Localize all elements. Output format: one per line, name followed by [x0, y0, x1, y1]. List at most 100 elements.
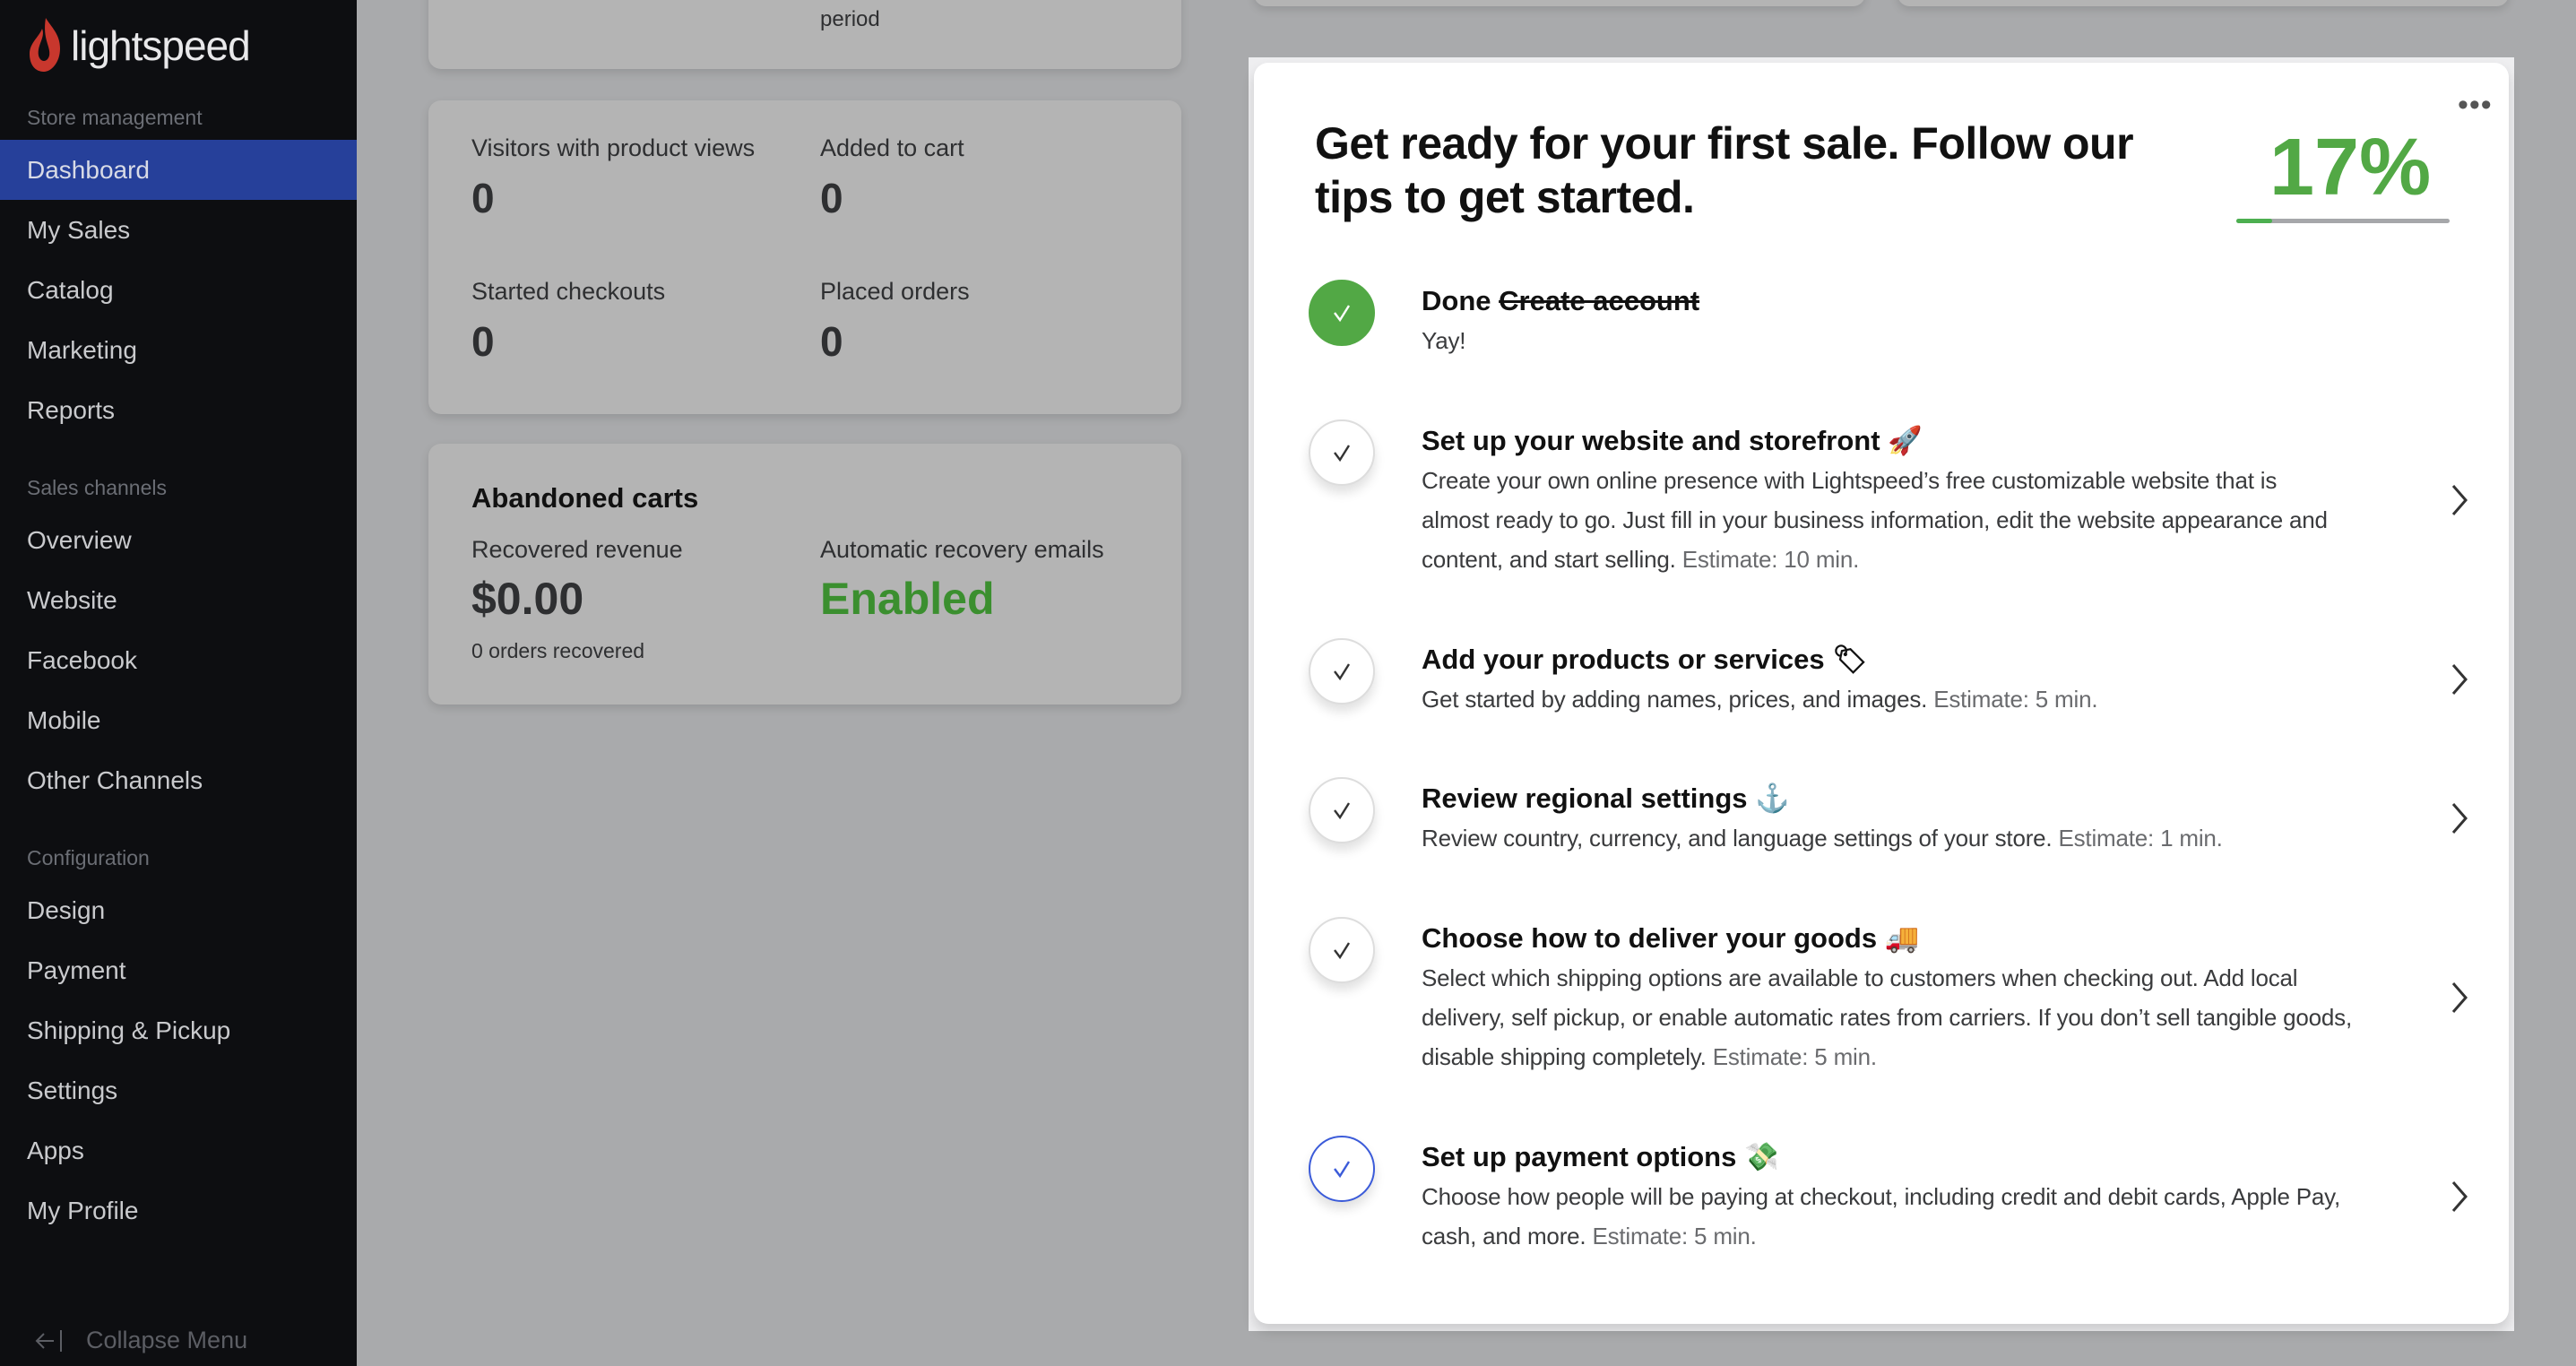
funnel-card: Visitors with product views 0 Added to c…	[428, 100, 1181, 414]
onboarding-step[interactable]: Set up your website and storefront 🚀 Crea…	[1254, 419, 2509, 579]
step-title: Add your products or services 🏷	[1422, 640, 2097, 679]
step-description-text: almost ready to go. Just fill in your bu…	[1422, 506, 2328, 533]
step-description-line: disable shipping completely. Estimate: 5…	[1422, 1037, 2352, 1076]
recovery-emails-status: Enabled	[820, 574, 995, 624]
step-description-text: delivery, self pickup, or enable automat…	[1422, 1004, 2352, 1031]
sidebar-item-other-channels[interactable]: Other Channels	[0, 750, 357, 810]
chevron-right-icon[interactable]	[2449, 640, 2470, 719]
step-title: Choose how to deliver your goods 🚚	[1422, 919, 2352, 958]
progress-bar-fill	[2236, 219, 2273, 223]
step-text: Done Create account Yay!	[1422, 281, 1699, 360]
sidebar-item-settings[interactable]: Settings	[0, 1060, 357, 1120]
sidebar-item-my-profile[interactable]: My Profile	[0, 1180, 357, 1241]
sidebar-item-website[interactable]: Website	[0, 570, 357, 630]
step-description-text: Create your own online presence with Lig…	[1422, 467, 2278, 494]
sidebar-item-shipping-pickup[interactable]: Shipping & Pickup	[0, 1000, 357, 1060]
sidebar-item-facebook[interactable]: Facebook	[0, 630, 357, 690]
step-emoji-icon: 🚀	[1888, 425, 1923, 456]
onboarding-step[interactable]: Done Create account Yay!	[1254, 280, 2509, 360]
onboarding-card: Get ready for your first sale. Follow ou…	[1254, 63, 2509, 1324]
onboarding-step[interactable]: Choose how to deliver your goods 🚚 Select…	[1254, 917, 2509, 1076]
sidebar-item-apps[interactable]: Apps	[0, 1120, 357, 1180]
sidebar-item-mobile[interactable]: Mobile	[0, 690, 357, 750]
step-status-checkbox[interactable]	[1309, 280, 1375, 346]
onboarding-panel: Get ready for your first sale. Follow ou…	[1249, 57, 2514, 1331]
partial-card	[1897, 0, 2509, 6]
check-icon	[1334, 445, 1351, 463]
step-estimate: Estimate: 5 min.	[1933, 686, 2098, 713]
step-status-checkbox[interactable]	[1309, 917, 1375, 983]
step-description-line: Choose how people will be paying at chec…	[1422, 1177, 2340, 1216]
step-description-text: content, and start selling.	[1422, 546, 1676, 573]
step-estimate: Estimate: 10 min.	[1681, 546, 1860, 573]
onboarding-title: Get ready for your first sale. Follow ou…	[1315, 118, 2134, 222]
onboarding-step[interactable]: Add your products or services 🏷 Get start…	[1254, 638, 2509, 719]
step-emoji-icon: ⚓	[1755, 782, 1790, 814]
revenue-label: Recovered revenue	[471, 536, 683, 563]
step-status-checkbox[interactable]	[1309, 419, 1375, 486]
check-icon	[1334, 802, 1351, 820]
step-description-line: Select which shipping options are availa…	[1422, 958, 2352, 998]
step-description-line: Get started by adding names, prices, and…	[1422, 679, 2098, 719]
sidebar-item-catalog[interactable]: Catalog	[0, 260, 357, 320]
step-description-line: almost ready to go. Just fill in your bu…	[1422, 500, 2328, 540]
sidebar-section-header: Store management	[27, 106, 203, 129]
sidebar-section-header: Configuration	[27, 846, 150, 869]
step-status-checkbox[interactable]	[1309, 1136, 1375, 1202]
step-text: Choose how to deliver your goods 🚚 Select…	[1422, 919, 2352, 1076]
step-title: Set up payment options 💸	[1422, 1137, 2340, 1177]
chevron-right-icon[interactable]	[2449, 1137, 2470, 1256]
step-description-text: Review country, currency, and language s…	[1422, 825, 2053, 852]
step-description-line: Yay!	[1422, 321, 1699, 360]
step-estimate: Estimate: 1 min.	[2058, 825, 2223, 852]
chevron-right-icon[interactable]	[2449, 919, 2470, 1076]
orders-label: Placed orders	[820, 278, 970, 305]
abandoned-title: Abandoned carts	[471, 482, 699, 514]
period-label: period	[820, 7, 880, 31]
collapse-menu-button[interactable]: Collapse Menu	[34, 1327, 247, 1354]
more-options-icon[interactable]: •••	[2458, 88, 2493, 123]
stats-card-top: period	[428, 0, 1181, 69]
onboarding-step[interactable]: Review regional settings ⚓ Review country…	[1254, 777, 2509, 858]
sidebar-item-design[interactable]: Design	[0, 880, 357, 940]
step-title-text: Add your products or services	[1422, 644, 1825, 675]
sidebar-item-reports[interactable]: Reports	[0, 380, 357, 440]
chevron-right-icon[interactable]	[2449, 421, 2470, 579]
step-text: Add your products or services 🏷 Get start…	[1422, 640, 2098, 719]
step-description-line: Create your own online presence with Lig…	[1422, 461, 2328, 500]
step-title: Set up your website and storefront 🚀	[1422, 421, 2328, 461]
sidebar-item-marketing[interactable]: Marketing	[0, 320, 357, 380]
checkouts-label: Started checkouts	[471, 278, 666, 305]
orders-value: 0	[820, 318, 843, 365]
sidebar-item-overview[interactable]: Overview	[0, 510, 357, 570]
check-icon	[1334, 305, 1351, 323]
step-description-line: content, and start selling. Estimate: 10…	[1422, 540, 2328, 579]
step-description-text: Yay!	[1422, 327, 1466, 354]
check-icon	[1334, 663, 1351, 681]
step-description-text: Get started by adding names, prices, and…	[1422, 686, 1928, 713]
step-status-checkbox[interactable]	[1309, 638, 1375, 705]
step-title-text: Create account	[1499, 285, 1700, 316]
chevron-right-icon[interactable]	[2449, 779, 2470, 858]
partial-card	[1254, 0, 1865, 6]
sidebar-item-payment[interactable]: Payment	[0, 940, 357, 1000]
sidebar-item-my-sales[interactable]: My Sales	[0, 200, 357, 260]
sidebar-item-dashboard[interactable]: Dashboard	[0, 140, 357, 200]
step-title-text: Set up payment options	[1422, 1141, 1737, 1172]
checkouts-value: 0	[471, 318, 495, 365]
check-icon	[1334, 942, 1351, 960]
sidebar-nav: Store management Dashboard My Sales Catalog…	[0, 93, 357, 1241]
check-icon	[1334, 1161, 1351, 1179]
recovery-emails-label: Automatic recovery emails	[820, 536, 1104, 563]
step-title: Review regional settings ⚓	[1422, 779, 2223, 818]
lightspeed-flame-icon	[30, 18, 60, 72]
onboarding-step[interactable]: Set up payment options 💸 Choose how peopl…	[1254, 1136, 2509, 1256]
logo[interactable]: lightspeed	[26, 16, 251, 75]
step-status-checkbox[interactable]	[1309, 777, 1375, 843]
step-text: Set up your website and storefront 🚀 Crea…	[1422, 421, 2328, 579]
step-text: Set up payment options 💸 Choose how peopl…	[1422, 1137, 2340, 1256]
orders-recovered: 0 orders recovered	[471, 639, 645, 662]
step-description-text: Select which shipping options are availa…	[1422, 964, 2298, 991]
step-text: Review regional settings ⚓ Review country…	[1422, 779, 2223, 858]
step-title: Done Create account	[1422, 281, 1699, 321]
